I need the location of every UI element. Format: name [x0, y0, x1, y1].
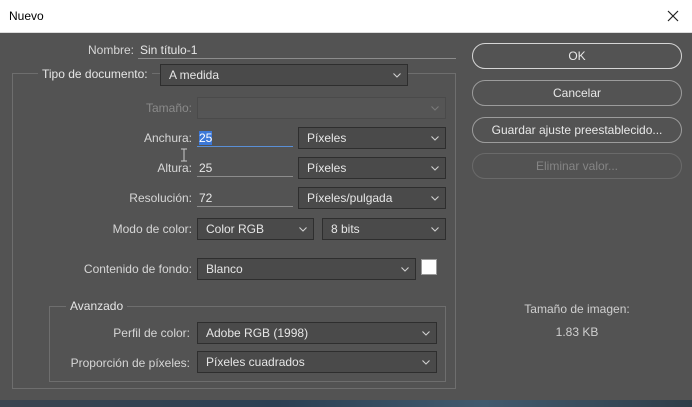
close-icon — [667, 10, 679, 22]
desktop-background-strip — [0, 400, 692, 407]
resolution-value: 72 — [199, 191, 213, 205]
height-input[interactable]: 25 — [197, 159, 293, 177]
bit-depth-dropdown[interactable]: 8 bits — [322, 218, 446, 240]
color-mode-dropdown[interactable]: Color RGB — [197, 218, 314, 240]
height-label: Altura: — [157, 161, 192, 175]
title-bar: Nuevo — [0, 0, 692, 33]
color-profile-label: Perfil de color: — [113, 326, 190, 340]
image-size-value: 1.83 KB — [555, 325, 599, 339]
image-size-label: Tamaño de imagen: — [524, 302, 630, 316]
chevron-down-icon — [422, 360, 430, 365]
window-title: Nuevo — [9, 9, 44, 23]
save-preset-button[interactable]: Guardar ajuste preestablecido... — [472, 117, 682, 143]
resolution-unit-dropdown[interactable]: Píxeles/pulgada — [298, 187, 446, 209]
chevron-down-icon — [431, 106, 439, 111]
name-label: Nombre: — [87, 43, 134, 57]
width-label: Anchura: — [143, 131, 192, 145]
chevron-down-icon — [431, 136, 439, 141]
doc-type-value: A medida — [169, 68, 220, 82]
color-mode-label: Modo de color: — [112, 222, 192, 236]
chevron-down-icon — [299, 227, 307, 232]
size-dropdown — [197, 97, 446, 119]
chevron-down-icon — [431, 196, 439, 201]
background-color-swatch[interactable] — [421, 259, 437, 275]
color-mode-value: Color RGB — [206, 222, 265, 236]
background-dropdown[interactable]: Blanco — [197, 258, 416, 280]
bit-depth-value: 8 bits — [331, 222, 360, 236]
background-value: Blanco — [206, 262, 243, 276]
width-input[interactable]: 25 — [197, 129, 293, 147]
doc-type-dropdown[interactable]: A medida — [160, 64, 408, 86]
width-value: 25 — [199, 131, 213, 145]
text-cursor-icon — [181, 148, 187, 162]
pixel-aspect-dropdown[interactable]: Píxeles cuadrados — [197, 351, 437, 373]
ok-button[interactable]: OK — [472, 43, 682, 69]
color-profile-dropdown[interactable]: Adobe RGB (1998) — [197, 322, 437, 344]
name-input[interactable]: Sin título-1 — [138, 41, 456, 59]
pixel-aspect-value: Píxeles cuadrados — [206, 355, 305, 369]
background-label: Contenido de fondo: — [83, 262, 192, 276]
doc-type-label: Tipo de documento: — [38, 67, 152, 81]
resolution-label: Resolución: — [129, 191, 192, 205]
width-unit-value: Píxeles — [307, 131, 347, 145]
resolution-unit-value: Píxeles/pulgada — [307, 191, 393, 205]
resolution-input[interactable]: 72 — [197, 189, 293, 207]
chevron-down-icon — [422, 331, 430, 336]
cancel-button[interactable]: Cancelar — [472, 80, 682, 106]
name-value: Sin título-1 — [140, 43, 198, 57]
delete-preset-button: Eliminar valor... — [472, 153, 682, 179]
color-profile-value: Adobe RGB (1998) — [206, 326, 309, 340]
height-unit-dropdown[interactable]: Píxeles — [298, 157, 446, 179]
close-button[interactable] — [660, 4, 686, 28]
height-unit-value: Píxeles — [307, 161, 347, 175]
chevron-down-icon — [431, 166, 439, 171]
size-label: Tamaño: — [145, 101, 192, 115]
pixel-aspect-label: Proporción de píxeles: — [70, 356, 190, 370]
chevron-down-icon — [431, 227, 439, 232]
chevron-down-icon — [393, 73, 401, 78]
width-unit-dropdown[interactable]: Píxeles — [298, 127, 446, 149]
advanced-legend: Avanzado — [66, 299, 128, 313]
height-value: 25 — [199, 161, 213, 175]
chevron-down-icon — [401, 267, 409, 272]
